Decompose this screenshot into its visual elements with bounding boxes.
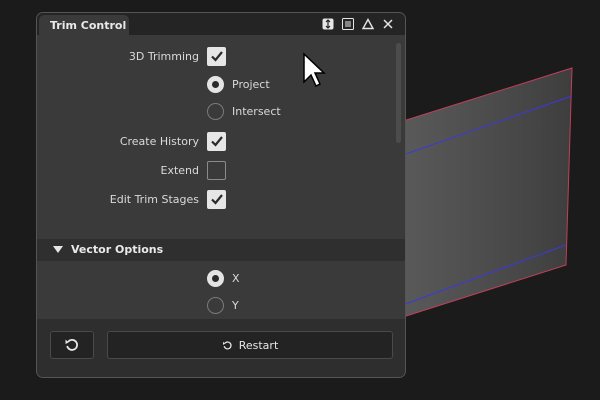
panel-content: 3D Trimming Project Intersect Create His…	[37, 35, 405, 339]
triangle-down-icon[interactable]	[53, 246, 63, 254]
panel-footer: Restart	[37, 319, 405, 377]
option-edit-trim-stages: Edit Trim Stages	[37, 189, 405, 209]
panel-titlebar[interactable]: Trim Control	[37, 13, 405, 35]
radio-row-intersect[interactable]: Intersect	[37, 101, 405, 121]
label-intersect: Intersect	[232, 104, 281, 118]
panel-title[interactable]: Trim Control	[39, 15, 129, 35]
option-create-history: Create History	[37, 131, 405, 151]
label-project: Project	[232, 77, 270, 91]
restart-label: Restart	[238, 338, 279, 352]
collapse-icon[interactable]	[321, 16, 335, 31]
checkbox-edit-trim-stages[interactable]	[207, 189, 226, 209]
label-3d-trimming: 3D Trimming	[128, 49, 199, 63]
label-create-history: Create History	[119, 134, 199, 148]
label-x: X	[232, 271, 240, 285]
trim-control-panel: Trim Control 3D Trimming Project Interse…	[36, 12, 406, 378]
option-extend: Extend	[37, 160, 405, 180]
scrollbar-thumb[interactable]	[396, 43, 401, 143]
section-title: Vector Options	[71, 243, 164, 256]
radio-x[interactable]	[207, 269, 224, 287]
label-edit-trim-stages: Edit Trim Stages	[109, 192, 199, 206]
reset-icon	[65, 339, 78, 351]
checkbox-extend[interactable]	[207, 160, 226, 180]
surface-model[interactable]	[399, 67, 573, 319]
label-extend: Extend	[160, 163, 200, 177]
radio-row-project[interactable]: Project	[37, 74, 405, 94]
radio-row-x[interactable]: X	[37, 268, 405, 288]
label-y: Y	[232, 298, 239, 312]
menu-icon[interactable]	[341, 16, 355, 31]
checkbox-3d-trimming[interactable]	[207, 46, 226, 66]
float-icon[interactable]	[361, 16, 375, 31]
radio-y[interactable]	[207, 296, 224, 314]
restart-icon	[222, 340, 232, 349]
check-icon	[210, 194, 223, 205]
radio-project[interactable]	[207, 75, 224, 93]
radio-intersect[interactable]	[207, 102, 224, 120]
reset-button[interactable]	[50, 331, 94, 359]
check-icon	[210, 51, 223, 62]
section-vector-options[interactable]: Vector Options	[37, 239, 405, 261]
option-3d-trimming: 3D Trimming	[37, 46, 405, 66]
mouse-cursor-icon	[303, 52, 326, 88]
close-icon[interactable]	[381, 16, 395, 31]
radio-row-y[interactable]: Y	[37, 295, 405, 315]
checkbox-create-history[interactable]	[207, 131, 226, 151]
check-icon	[210, 136, 223, 147]
restart-button[interactable]: Restart	[107, 331, 393, 359]
